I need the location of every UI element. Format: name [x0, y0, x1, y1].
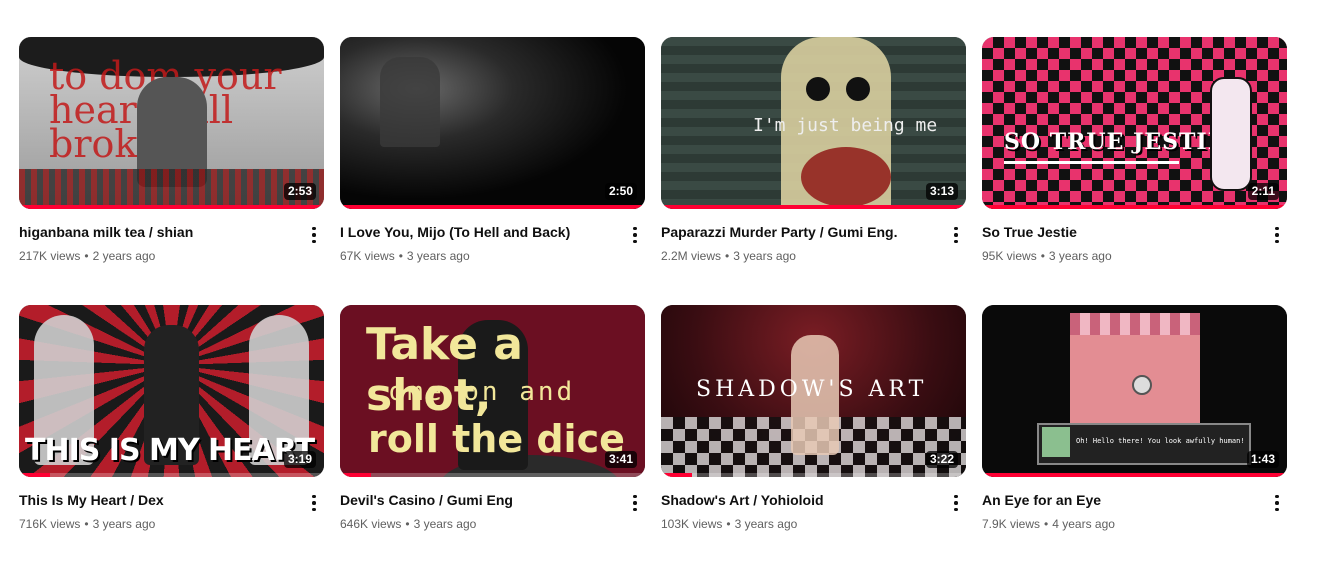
video-card[interactable]: SO TRUE JESTIE 2:11 So True Jestie 95K v… — [982, 37, 1287, 264]
watch-progress-fill — [340, 205, 645, 209]
video-duration: 2:53 — [283, 183, 316, 200]
upload-age: 3 years ago — [733, 249, 796, 263]
view-count: 67K views — [340, 249, 395, 263]
video-duration: 3:22 — [925, 451, 958, 468]
video-card[interactable]: Oh! Hello there! You look awfully human!… — [982, 305, 1287, 532]
watch-progress-bar — [340, 205, 645, 209]
video-title[interactable]: Paparazzi Murder Party / Gumi Eng. — [661, 223, 938, 241]
video-thumbnail[interactable]: Take a shot, come on and roll the dice 3… — [340, 305, 645, 477]
watch-progress-bar — [19, 473, 324, 477]
video-card[interactable]: SHADOW'S ART 3:22 Shadow's Art / Yohiolo… — [661, 305, 966, 532]
video-title[interactable]: An Eye for an Eye — [982, 491, 1259, 509]
watch-progress-fill — [661, 473, 692, 477]
video-meta: An Eye for an Eye 7.9K views • 4 years ago — [982, 491, 1287, 532]
video-stats: 103K views • 3 years ago — [661, 517, 798, 531]
watch-progress-fill — [19, 473, 50, 477]
dark-room-thumbnail — [340, 37, 645, 209]
more-options-icon[interactable] — [946, 225, 966, 245]
video-stats: 217K views • 2 years ago — [19, 249, 156, 263]
anime-girl-drinking-thumbnail: to dom your heart will broken — [19, 37, 324, 209]
more-options-icon[interactable] — [946, 493, 966, 513]
video-duration: 3:13 — [925, 183, 958, 200]
bloody-character-thumbnail: I'm just being me — [661, 37, 966, 209]
watch-progress-bar — [340, 473, 645, 477]
checkered-floor-thumbnail: SHADOW'S ART — [661, 305, 966, 477]
video-title[interactable]: higanbana milk tea / shian — [19, 223, 296, 241]
watch-progress-fill — [982, 473, 1287, 477]
video-card[interactable]: 2:50 I Love You, Mijo (To Hell and Back)… — [340, 37, 645, 264]
view-count: 646K views — [340, 517, 402, 531]
video-meta: So True Jestie 95K views • 3 years ago — [982, 223, 1287, 264]
upload-age: 3 years ago — [413, 517, 477, 531]
video-card[interactable]: to dom your heart will broken 2:53 higan… — [19, 37, 324, 264]
watch-progress-fill — [340, 473, 371, 477]
video-thumbnail[interactable]: THIS IS MY HEART 3:19 — [19, 305, 324, 477]
watch-progress-bar — [982, 205, 1287, 209]
video-duration: 1:43 — [1246, 451, 1279, 468]
watch-progress-fill — [661, 205, 966, 209]
more-options-icon[interactable] — [1267, 225, 1287, 245]
video-thumbnail[interactable]: Oh! Hello there! You look awfully human!… — [982, 305, 1287, 477]
video-title[interactable]: This Is My Heart / Dex — [19, 491, 296, 509]
video-meta: This Is My Heart / Dex 716K views • 3 year… — [19, 491, 324, 532]
view-count: 2.2M views — [661, 249, 722, 263]
watch-progress-bar — [19, 205, 324, 209]
view-count: 716K views — [19, 517, 81, 531]
video-meta: higanbana milk tea / shian 217K views • 2 … — [19, 223, 324, 264]
video-meta: Paparazzi Murder Party / Gumi Eng. 2.2M … — [661, 223, 966, 264]
video-card[interactable]: THIS IS MY HEART 3:19 This Is My Heart /… — [19, 305, 324, 532]
video-stats: 2.2M views • 3 years ago — [661, 249, 796, 263]
view-count: 95K views — [982, 249, 1037, 263]
video-thumbnail[interactable]: I'm just being me 3:13 — [661, 37, 966, 209]
more-options-icon[interactable] — [1267, 493, 1287, 513]
more-options-icon[interactable] — [625, 493, 645, 513]
video-thumbnail[interactable]: SO TRUE JESTIE 2:11 — [982, 37, 1287, 209]
watch-progress-fill — [19, 205, 324, 209]
video-title[interactable]: So True Jestie — [982, 223, 1259, 241]
video-title[interactable]: I Love You, Mijo (To Hell and Back) — [340, 223, 617, 241]
video-thumbnail[interactable]: 2:50 — [340, 37, 645, 209]
more-options-icon[interactable] — [625, 225, 645, 245]
watch-progress-bar — [661, 205, 966, 209]
video-duration: 2:11 — [1247, 183, 1279, 200]
video-meta: I Love You, Mijo (To Hell and Back) 67K … — [340, 223, 645, 264]
view-count: 217K views — [19, 249, 81, 263]
jester-checkerboard-thumbnail: SO TRUE JESTIE — [982, 37, 1287, 209]
watch-progress-fill — [982, 205, 1287, 209]
video-stats: 7.9K views • 4 years ago — [982, 517, 1115, 531]
more-options-icon[interactable] — [304, 493, 324, 513]
upload-age: 2 years ago — [92, 249, 156, 263]
video-stats: 716K views • 3 years ago — [19, 517, 156, 531]
video-meta: Shadow's Art / Yohioloid 103K views • 3 ye… — [661, 491, 966, 532]
video-thumbnail[interactable]: SHADOW'S ART 3:22 — [661, 305, 966, 477]
more-options-icon[interactable] — [304, 225, 324, 245]
video-duration: 3:41 — [604, 451, 637, 468]
video-card[interactable]: Take a shot, come on and roll the dice 3… — [340, 305, 645, 532]
video-stats: 67K views • 3 years ago — [340, 249, 470, 263]
upload-age: 3 years ago — [1048, 249, 1112, 263]
video-stats: 95K views • 3 years ago — [982, 249, 1112, 263]
upload-age: 3 years ago — [92, 517, 156, 531]
upload-age: 4 years ago — [1052, 517, 1115, 531]
video-title[interactable]: Shadow's Art / Yohioloid — [661, 491, 938, 509]
video-duration: 2:50 — [604, 183, 637, 200]
watch-progress-bar — [661, 473, 966, 477]
pixel-game-thumbnail: Oh! Hello there! You look awfully human! — [982, 305, 1287, 477]
upload-age: 3 years ago — [406, 249, 470, 263]
video-title[interactable]: Devil's Casino / Gumi Eng — [340, 491, 617, 509]
casino-text-thumbnail: Take a shot, come on and roll the dice — [340, 305, 645, 477]
statues-thumbnail: THIS IS MY HEART — [19, 305, 324, 477]
upload-age: 3 years ago — [734, 517, 798, 531]
video-meta: Devil's Casino / Gumi Eng 646K views • 3 y… — [340, 491, 645, 532]
video-thumbnail[interactable]: to dom your heart will broken 2:53 — [19, 37, 324, 209]
watch-progress-bar — [982, 473, 1287, 477]
view-count: 7.9K views — [982, 517, 1041, 531]
video-stats: 646K views • 3 years ago — [340, 517, 477, 531]
video-duration: 3:19 — [283, 451, 316, 468]
view-count: 103K views — [661, 517, 723, 531]
video-card[interactable]: I'm just being me 3:13 Paparazzi Murder … — [661, 37, 966, 264]
